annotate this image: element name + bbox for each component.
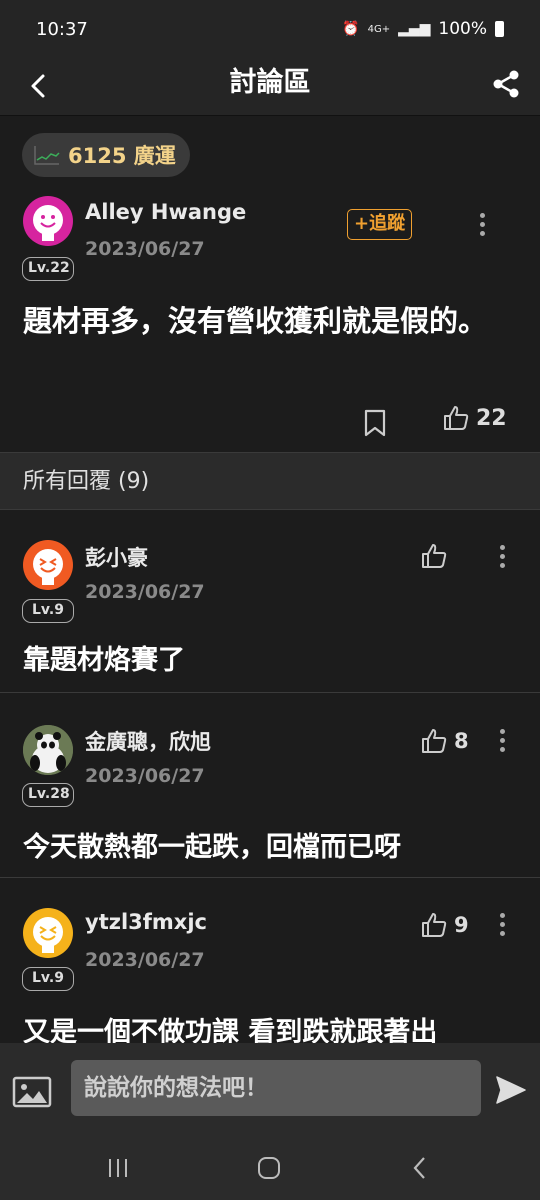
like-count: 22 xyxy=(476,405,507,431)
attach-image-button[interactable] xyxy=(12,1075,52,1109)
page-title: 討論區 xyxy=(229,67,311,98)
level-badge: Lv.28 xyxy=(22,783,74,807)
like-button[interactable]: 9 xyxy=(420,911,469,939)
send-icon xyxy=(496,1076,526,1104)
battery-level: 100% xyxy=(438,19,487,39)
avatar[interactable] xyxy=(23,196,73,246)
reply-item: Lv.28 金廣聰，欣旭 2023/06/27 8 今天散熱都一起跌，回檔而已呀 xyxy=(0,693,540,878)
level-badge: Lv.9 xyxy=(22,599,74,623)
dot xyxy=(479,212,485,218)
smiley-icon xyxy=(33,205,63,241)
share-button[interactable] xyxy=(486,64,526,104)
reply-item: Lv.9 ytzl3fmxjc 2023/06/27 9 又是一個不做功課 看到… xyxy=(0,878,540,1043)
recent-apps-button[interactable] xyxy=(103,1153,133,1183)
dot xyxy=(499,728,505,734)
bookmark-button[interactable] xyxy=(362,408,388,438)
status-bar: 10:37 ⏰ 4G+ ▂▄▆ 100% xyxy=(0,0,540,58)
dot xyxy=(499,912,505,918)
smiley-icon xyxy=(33,549,63,585)
reply-body: 今天散熱都一起跌，回檔而已呀 xyxy=(23,832,401,863)
dot xyxy=(479,221,485,227)
more-options-button[interactable] xyxy=(490,725,514,755)
reply-body: 靠題材烙賽了 xyxy=(23,645,185,676)
thumbs-up-icon xyxy=(422,544,447,568)
dot xyxy=(499,921,505,927)
like-button[interactable] xyxy=(420,542,454,570)
share-icon xyxy=(493,70,519,98)
dot xyxy=(499,930,505,936)
app-bar: 討論區 xyxy=(0,58,540,116)
replies-header: 所有回覆 (9) xyxy=(0,452,540,510)
post-date: 2023/06/27 xyxy=(85,581,205,603)
author-name[interactable]: ytzl3fmxjc xyxy=(85,910,207,934)
network-icon: 4G+ xyxy=(367,23,391,35)
smiley-icon xyxy=(33,917,63,953)
more-options-button[interactable] xyxy=(490,909,514,939)
level-badge: Lv.22 xyxy=(22,257,74,281)
author-name[interactable]: 金廣聰，欣旭 xyxy=(85,726,211,756)
like-count: 9 xyxy=(454,913,469,937)
post-date: 2023/06/27 xyxy=(85,949,205,971)
comment-composer xyxy=(0,1043,540,1133)
chart-icon xyxy=(34,146,60,165)
status-time: 10:37 xyxy=(36,18,88,40)
avatar[interactable] xyxy=(23,908,73,958)
home-icon xyxy=(258,1157,280,1179)
stock-chip[interactable]: 6125 廣運 xyxy=(22,133,190,177)
more-options-button[interactable] xyxy=(470,209,494,239)
image-icon xyxy=(12,1076,52,1108)
bookmark-icon xyxy=(364,409,386,437)
dot xyxy=(499,544,505,550)
follow-button[interactable]: +追蹤 xyxy=(347,209,413,240)
like-button[interactable]: 8 xyxy=(420,727,469,755)
more-options-button[interactable] xyxy=(490,541,514,571)
author-name[interactable]: Alley Hwange xyxy=(85,200,246,224)
reply-body: 又是一個不做功課 看到跌就跟著出 xyxy=(23,1017,438,1043)
status-icons: ⏰ 4G+ ▂▄▆ 100% xyxy=(342,19,504,39)
thumbs-up-icon xyxy=(444,406,469,430)
dot xyxy=(499,746,505,752)
post-body: 題材再多，沒有營收獲利就是假的。 xyxy=(23,304,488,338)
battery-icon xyxy=(495,21,504,37)
post-date: 2023/06/27 xyxy=(85,765,205,787)
send-button[interactable] xyxy=(494,1073,528,1107)
level-badge: Lv.9 xyxy=(22,967,74,991)
avatar[interactable] xyxy=(23,725,73,775)
like-button[interactable]: 22 xyxy=(442,404,507,432)
main-post: 6125 廣運 Lv.22 Alley Hwange 2023/06/27 +追… xyxy=(0,116,540,452)
system-nav-bar xyxy=(0,1133,540,1200)
dot xyxy=(499,553,505,559)
post-date: 2023/06/27 xyxy=(85,238,205,260)
comment-input[interactable] xyxy=(71,1060,481,1116)
like-count: 8 xyxy=(454,729,469,753)
back-nav-button[interactable] xyxy=(405,1153,435,1183)
signal-icon: ▂▄▆ xyxy=(398,21,431,37)
home-button[interactable] xyxy=(254,1153,284,1183)
thumbs-up-icon xyxy=(422,913,447,937)
reply-item: Lv.9 彭小豪 2023/06/27 靠題材烙賽了 xyxy=(0,510,540,693)
dot xyxy=(479,230,485,236)
alarm-icon: ⏰ xyxy=(342,21,360,37)
dot xyxy=(499,562,505,568)
recent-apps-icon xyxy=(109,1159,127,1177)
dot xyxy=(499,737,505,743)
back-icon xyxy=(413,1157,425,1179)
author-name[interactable]: 彭小豪 xyxy=(85,542,148,572)
thumbs-up-icon xyxy=(422,729,447,753)
avatar[interactable] xyxy=(23,540,73,590)
panda-avatar-icon xyxy=(23,725,73,775)
stock-chip-label: 6125 廣運 xyxy=(68,144,176,168)
